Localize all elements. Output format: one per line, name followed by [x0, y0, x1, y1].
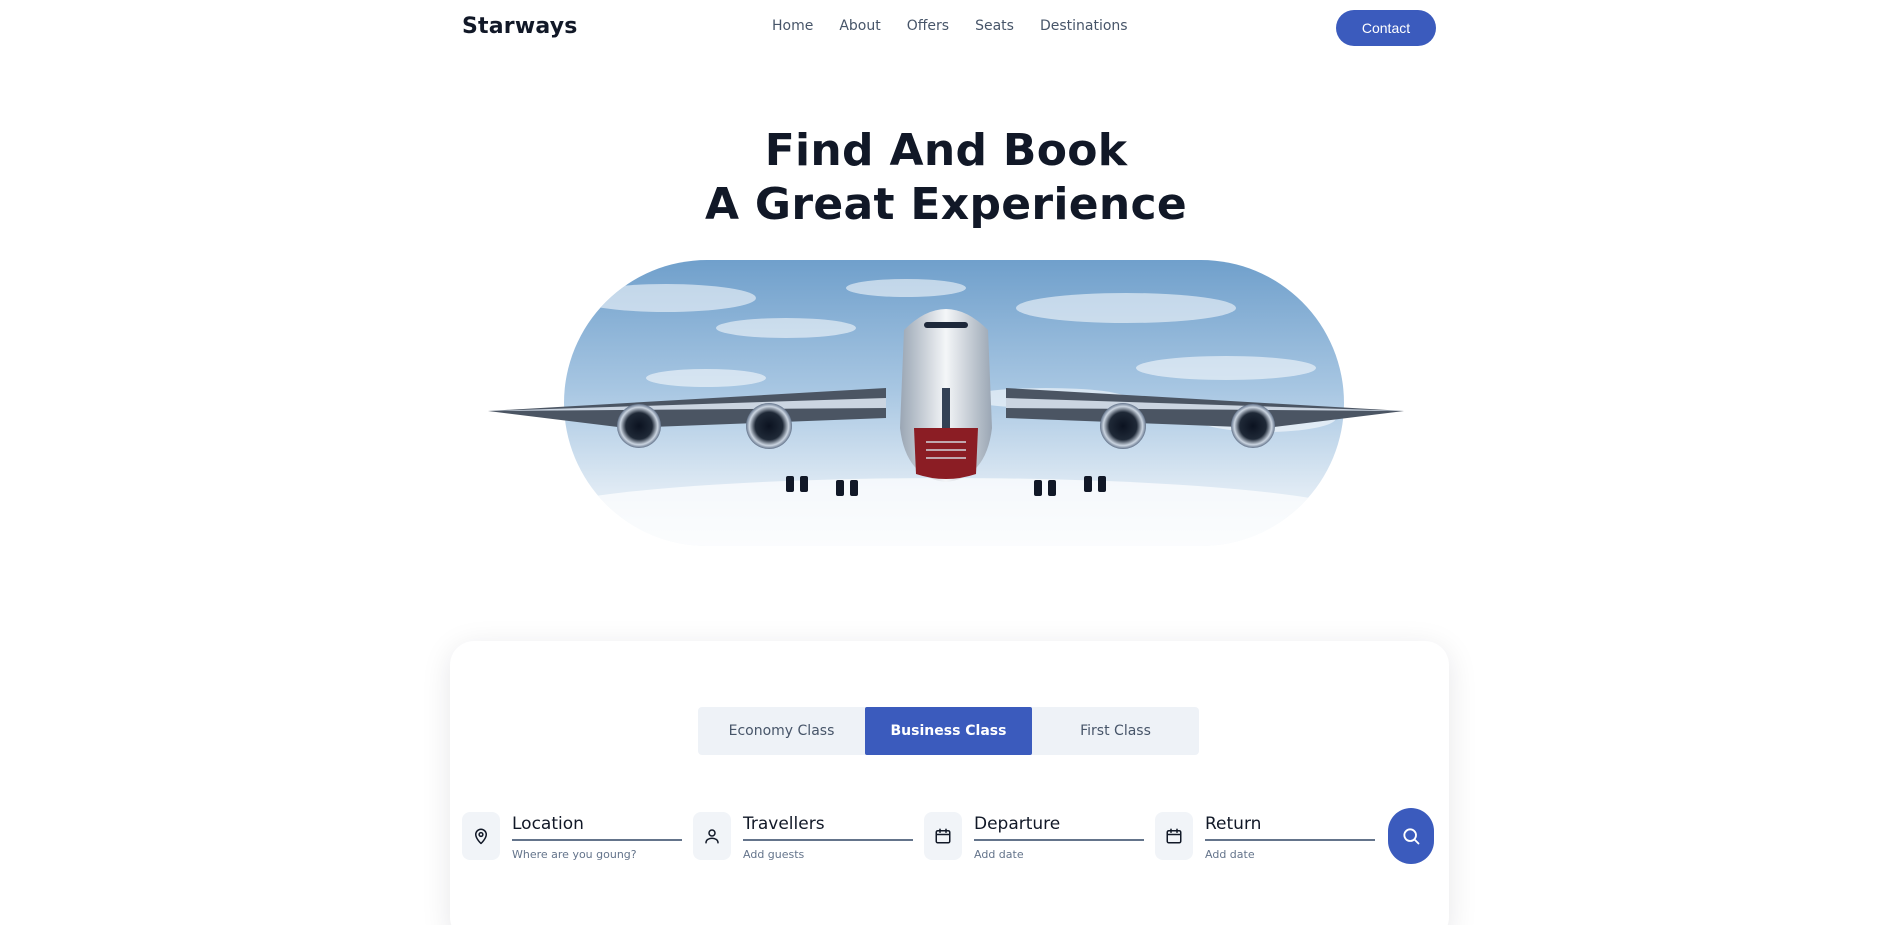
- return-field[interactable]: Return Add date: [1155, 808, 1386, 868]
- hero-title-line-2: A Great Experience: [704, 179, 1188, 230]
- calendar-icon: [924, 812, 962, 860]
- brand-logo[interactable]: Starways: [462, 14, 578, 39]
- calendar-icon: [1155, 812, 1193, 860]
- search-icon: [1403, 828, 1420, 845]
- nav-link-about[interactable]: About: [839, 18, 880, 34]
- location-hint: Where are you goung?: [512, 848, 637, 861]
- nav-link-home[interactable]: Home: [772, 18, 813, 34]
- travellers-field[interactable]: Travellers Add guests: [693, 808, 924, 868]
- hero-title-line-1: Find And Book: [764, 125, 1128, 176]
- class-tabs: Economy Class Business Class First Class: [698, 707, 1199, 755]
- nav-links: Home About Offers Seats Destinations: [772, 18, 1128, 34]
- departure-underline: [974, 839, 1144, 841]
- location-label: Location: [512, 814, 584, 834]
- departure-field[interactable]: Departure Add date: [924, 808, 1155, 868]
- contact-button[interactable]: Contact: [1336, 10, 1436, 46]
- booking-fields: Location Where are you goung? Travellers…: [462, 808, 1386, 868]
- user-icon: [693, 812, 731, 860]
- nav-link-offers[interactable]: Offers: [907, 18, 949, 34]
- top-navigation: Starways Home About Offers Seats Destina…: [0, 0, 1892, 56]
- location-underline: [512, 839, 682, 841]
- tab-business-class[interactable]: Business Class: [865, 707, 1032, 755]
- return-underline: [1205, 839, 1375, 841]
- nav-link-seats[interactable]: Seats: [975, 18, 1014, 34]
- return-hint: Add date: [1205, 848, 1255, 861]
- booking-card: Economy Class Business Class First Class…: [450, 641, 1449, 925]
- location-pin-icon: [462, 812, 500, 860]
- tab-economy-class[interactable]: Economy Class: [698, 707, 865, 755]
- travellers-hint: Add guests: [743, 848, 805, 861]
- hero-airplane-image: [488, 260, 1404, 546]
- travellers-label: Travellers: [743, 814, 825, 834]
- return-label: Return: [1205, 814, 1262, 834]
- travellers-underline: [743, 839, 913, 841]
- departure-hint: Add date: [974, 848, 1024, 861]
- departure-label: Departure: [974, 814, 1061, 834]
- nav-link-destinations[interactable]: Destinations: [1040, 18, 1128, 34]
- search-button[interactable]: [1388, 808, 1434, 864]
- tab-first-class[interactable]: First Class: [1032, 707, 1199, 755]
- hero-title: Find And Book A Great Experience: [0, 124, 1892, 232]
- location-field[interactable]: Location Where are you goung?: [462, 808, 693, 868]
